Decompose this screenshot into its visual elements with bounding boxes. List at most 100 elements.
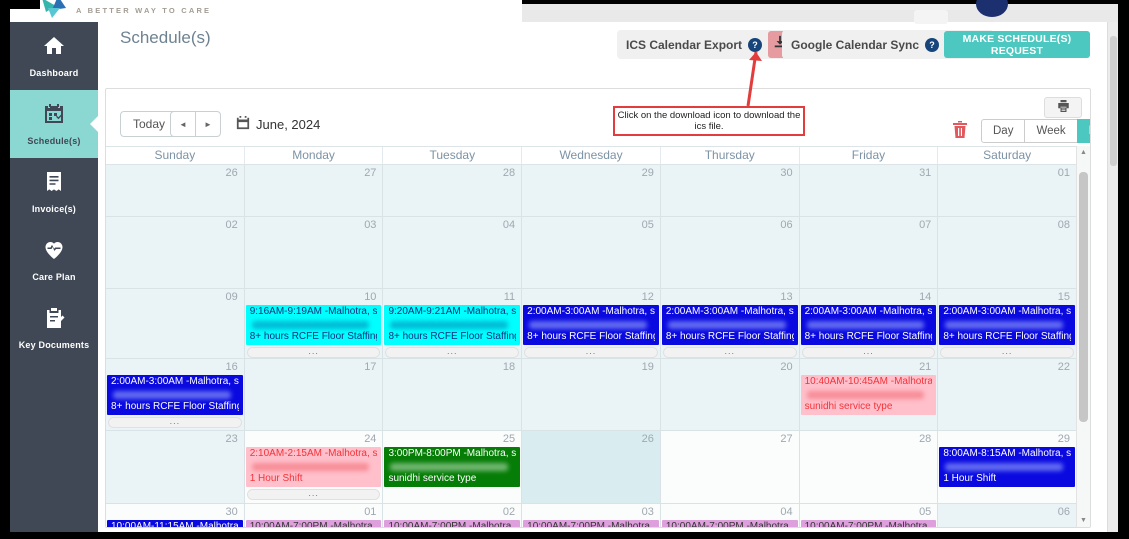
calendar-cell[interactable]: 18 xyxy=(383,359,522,431)
calendar-cell[interactable]: 03 xyxy=(245,217,384,289)
calendar-cell[interactable]: 2110:40AM-10:45AM -Malhotra, sunidhisuni… xyxy=(800,359,939,431)
calendar-cell[interactable]: 242:10AM-2:15AM -Malhotra, sunidhi1 Hour… xyxy=(245,431,384,504)
next-month-button[interactable]: ► xyxy=(195,111,221,137)
calendar-event[interactable]: 3:00PM-8:00PM -Malhotra, sunidhisunidhi … xyxy=(384,447,520,487)
print-button[interactable] xyxy=(1044,97,1082,118)
calendar-cell[interactable]: 19 xyxy=(522,359,661,431)
event-more-button[interactable]: ... xyxy=(108,417,242,428)
sidebar-item-key-documents[interactable]: Key Documents xyxy=(10,294,98,362)
view-month-button[interactable]: Month xyxy=(1077,119,1091,143)
calendar-cell[interactable]: 122:00AM-3:00AM -Malhotra, sunidhi8+ hou… xyxy=(522,289,661,359)
calendar-event[interactable]: 10:00AM-7:00PM -Malhotra, sunidhiclient … xyxy=(662,520,798,528)
calendar-event[interactable]: 10:00AM-11:15AM -Malhotra, sunidhiclient… xyxy=(107,520,243,528)
previous-month-button[interactable]: ◄ xyxy=(170,111,196,137)
calendar-cell[interactable]: 27 xyxy=(661,431,800,504)
make-schedule-request-button[interactable]: MAKE SCHEDULE(S) REQUEST xyxy=(944,31,1090,58)
calendar-event[interactable]: 10:00AM-7:00PM -Malhotra, sunidhiclient … xyxy=(384,520,520,528)
calendar-cell[interactable]: 142:00AM-3:00AM -Malhotra, sunidhi8+ hou… xyxy=(800,289,939,359)
calendar-cell[interactable]: 26 xyxy=(106,165,245,217)
day-number: 27 xyxy=(661,431,799,447)
calendar-cell[interactable]: 119:20AM-9:21AM -Malhotra, sunidhi8+ hou… xyxy=(383,289,522,359)
event-more-button[interactable]: ... xyxy=(247,347,381,358)
calendar-event[interactable]: 2:10AM-2:15AM -Malhotra, sunidhi1 Hour S… xyxy=(246,447,382,487)
sidebar-item-care-plan[interactable]: Care Plan xyxy=(10,226,98,294)
calendar-cell[interactable]: 30 xyxy=(661,165,800,217)
event-more-button[interactable]: ... xyxy=(524,347,658,358)
calendar-cell[interactable]: 06 xyxy=(938,504,1076,528)
calendar-event[interactable]: 2:00AM-3:00AM -Malhotra, sunidhi8+ hours… xyxy=(107,375,243,415)
event-more-button[interactable]: ... xyxy=(663,347,797,358)
day-number: 05 xyxy=(522,217,660,233)
calendar-event[interactable]: 9:16AM-9:19AM -Malhotra, sunidhi8+ hours… xyxy=(246,305,382,345)
calendar-cell[interactable]: 27 xyxy=(245,165,384,217)
event-title: 10:40AM-10:45AM -Malhotra, sunidhi xyxy=(805,376,933,389)
day-number: 03 xyxy=(245,217,383,233)
view-day-button[interactable]: Day xyxy=(981,119,1025,143)
sidebar-item-invoices[interactable]: Invoice(s) xyxy=(10,158,98,226)
calendar-cell[interactable]: 20 xyxy=(661,359,800,431)
calendar-cell[interactable]: 04 xyxy=(383,217,522,289)
calendar-event[interactable]: 8:00AM-8:15AM -Malhotra, sunidhi1 Hour S… xyxy=(939,447,1075,487)
calendar-cell[interactable]: 09 xyxy=(106,289,245,359)
calendar-event[interactable]: 10:40AM-10:45AM -Malhotra, sunidhisunidh… xyxy=(801,375,937,415)
view-week-button[interactable]: Week xyxy=(1024,119,1077,143)
calendar-event[interactable]: 2:00AM-3:00AM -Malhotra, sunidhi8+ hours… xyxy=(662,305,798,345)
calendar-event[interactable]: 2:00AM-3:00AM -Malhotra, sunidhi8+ hours… xyxy=(523,305,659,345)
calendar-cell[interactable]: 26 xyxy=(522,431,661,504)
calendar-cell[interactable]: 07 xyxy=(800,217,939,289)
calendar-cell[interactable]: 28 xyxy=(800,431,939,504)
event-subtitle: 8+ hours RCFE Floor Staffing: LVN xyxy=(943,331,1071,344)
sidebar-item-schedules[interactable]: Schedule(s) xyxy=(10,90,98,158)
calendar-event[interactable]: 9:20AM-9:21AM -Malhotra, sunidhi8+ hours… xyxy=(384,305,520,345)
calendar-cell[interactable]: 28 xyxy=(383,165,522,217)
calendar-event[interactable]: 10:00AM-7:00PM -Malhotra, sunidhiclient … xyxy=(523,520,659,528)
calendar-event[interactable]: 10:00AM-7:00PM -Malhotra, sunidhiclient … xyxy=(246,520,382,528)
day-number: 02 xyxy=(106,217,244,233)
event-more-button[interactable]: ... xyxy=(940,347,1074,358)
help-icon[interactable]: ? xyxy=(925,38,939,52)
calendar-cell[interactable]: 0410:00AM-7:00PM -Malhotra, sunidhiclien… xyxy=(661,504,800,528)
calendar-cell[interactable]: 162:00AM-3:00AM -Malhotra, sunidhi8+ hou… xyxy=(106,359,245,431)
day-number: 01 xyxy=(938,165,1076,181)
redacted-text xyxy=(945,463,1063,471)
calendar-cell[interactable]: 05 xyxy=(522,217,661,289)
calendar-event[interactable]: 10:00AM-7:00PM -Malhotra, sunidhiclient … xyxy=(801,520,937,528)
calendar-scrollbar[interactable]: ▲ ▼ xyxy=(1076,146,1090,527)
calendar-cell[interactable]: 0110:00AM-7:00PM -Malhotra, sunidhiclien… xyxy=(245,504,384,528)
scroll-down-icon[interactable]: ▼ xyxy=(1077,517,1090,524)
scroll-up-icon[interactable]: ▲ xyxy=(1077,149,1090,156)
page-scrollbar-thumb[interactable] xyxy=(1110,36,1117,166)
day-number: 17 xyxy=(245,359,383,375)
sidebar-nav: Dashboard Schedule(s) Invoice(s) Care Pl… xyxy=(10,22,98,532)
calendar-cell[interactable]: 06 xyxy=(661,217,800,289)
calendar-event[interactable]: 2:00AM-3:00AM -Malhotra, sunidhi8+ hours… xyxy=(801,305,937,345)
calendar-cell[interactable]: 31 xyxy=(800,165,939,217)
calendar-cell[interactable]: 0310:00AM-7:00PM -Malhotra, sunidhiclien… xyxy=(522,504,661,528)
event-title: 2:10AM-2:15AM -Malhotra, sunidhi xyxy=(250,448,378,461)
calendar-event[interactable]: 2:00AM-3:00AM -Malhotra, sunidhi8+ hours… xyxy=(939,305,1075,345)
sidebar-item-dashboard[interactable]: Dashboard xyxy=(10,22,98,90)
calendar-cell[interactable]: 01 xyxy=(938,165,1076,217)
event-more-button[interactable]: ... xyxy=(802,347,936,358)
calendar-cell[interactable]: 132:00AM-3:00AM -Malhotra, sunidhi8+ hou… xyxy=(661,289,800,359)
day-number: 04 xyxy=(383,217,521,233)
calendar-cell[interactable]: 0210:00AM-7:00PM -Malhotra, sunidhiclien… xyxy=(383,504,522,528)
calendar-cell[interactable]: 298:00AM-8:15AM -Malhotra, sunidhi1 Hour… xyxy=(938,431,1076,504)
event-more-button[interactable]: ... xyxy=(247,489,381,500)
delete-button[interactable] xyxy=(951,121,969,141)
calendar-cell[interactable]: 109:16AM-9:19AM -Malhotra, sunidhi8+ hou… xyxy=(245,289,384,359)
calendar-cell[interactable]: 152:00AM-3:00AM -Malhotra, sunidhi8+ hou… xyxy=(938,289,1076,359)
calendar-cell[interactable]: 0510:00AM-7:00PM -Malhotra, sunidhiclien… xyxy=(800,504,939,528)
calendar-cell[interactable]: 22 xyxy=(938,359,1076,431)
scrollbar-thumb[interactable] xyxy=(1079,172,1088,422)
calendar-cell[interactable]: 17 xyxy=(245,359,384,431)
calendar-cell[interactable]: 29 xyxy=(522,165,661,217)
calendar-cell[interactable]: 253:00PM-8:00PM -Malhotra, sunidhisunidh… xyxy=(383,431,522,504)
page-scrollbar[interactable] xyxy=(1107,22,1118,532)
calendar-cell[interactable]: 02 xyxy=(106,217,245,289)
calendar-cell[interactable]: 23 xyxy=(106,431,245,504)
calendar-cell[interactable]: 3010:00AM-11:15AM -Malhotra, sunidhiclie… xyxy=(106,504,245,528)
calendar-cell[interactable]: 08 xyxy=(938,217,1076,289)
event-more-button[interactable]: ... xyxy=(385,347,519,358)
day-number: 08 xyxy=(938,217,1076,233)
